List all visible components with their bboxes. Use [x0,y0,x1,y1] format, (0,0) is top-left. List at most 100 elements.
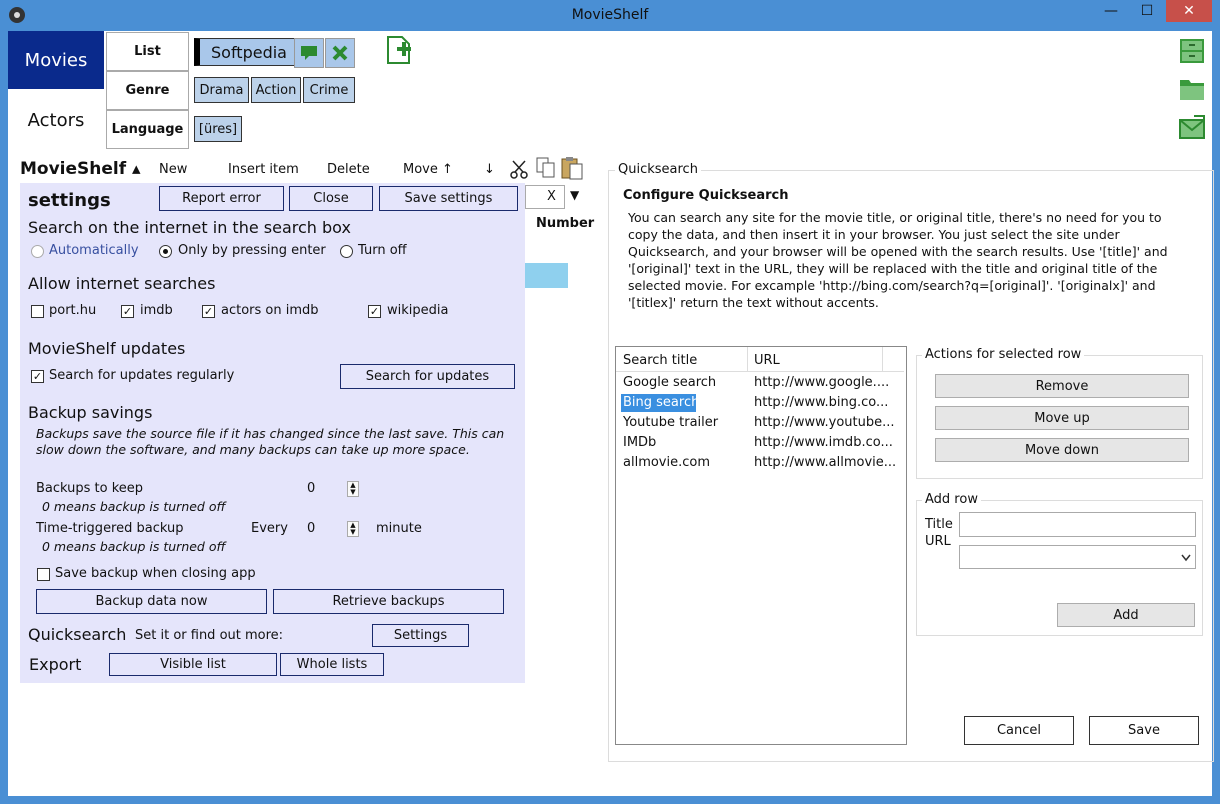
export-visible-list-button[interactable]: Visible list [109,653,277,676]
new-button[interactable]: New [159,162,187,177]
radio-automatically[interactable] [31,245,44,258]
maximize-button[interactable]: ☐ [1130,0,1164,22]
quicksearch-label: Quicksearch [28,625,127,644]
checkbox-porthu[interactable] [31,305,44,318]
move-down-button[interactable]: ↓ [484,162,495,177]
number-column-header[interactable]: Number [536,216,594,231]
close-window-button[interactable]: ✕ [1166,0,1212,22]
table-row-url: http://www.bing.co... [754,395,889,410]
table-row-url: http://www.allmovie... [754,455,897,470]
checkbox-wikipedia[interactable]: ✓ [368,305,381,318]
checkbox-save-on-close[interactable] [37,568,50,581]
updates-section-header: MovieShelf updates [28,339,186,358]
actions-group-label: Actions for selected row [922,347,1085,362]
checkbox-search-updates[interactable]: ✓ [31,370,44,383]
cut-icon[interactable] [510,160,528,184]
checkbox-imdb-label: imdb [140,303,173,318]
table-row-url: http://www.imdb.co... [754,435,893,450]
checkbox-save-on-close-label: Save backup when closing app [55,566,256,581]
movies-tab[interactable]: Movies [8,31,104,89]
table-row[interactable]: allmovie.com [623,455,710,470]
add-row-group-label: Add row [922,492,981,507]
checkbox-imdb[interactable]: ✓ [121,305,134,318]
cancel-button[interactable]: Cancel [964,716,1074,745]
url-select[interactable] [959,545,1196,569]
language-chip[interactable]: [üres] [194,116,242,142]
checkbox-actors-imdb[interactable]: ✓ [202,305,215,318]
radio-enter[interactable] [159,245,172,258]
search-section-header: Search on the internet in the search box [28,218,351,237]
remove-button[interactable]: Remove [935,374,1189,398]
clear-search-button[interactable]: X [547,189,556,204]
delete-button[interactable]: Delete [327,162,370,177]
comment-icon[interactable] [294,38,324,68]
tag-chip[interactable]: Softpedia [194,38,299,66]
backup-now-button[interactable]: Backup data now [36,589,267,614]
table-row-url: http://www.youtube... [754,415,895,430]
paste-icon[interactable] [560,156,584,184]
move-up-button[interactable]: Move ↑ [403,162,453,177]
title-field-label: Title [925,517,953,532]
backup-section-header: Backup savings [28,403,153,422]
view-genre-button[interactable]: Genre [106,71,189,110]
checkbox-actors-imdb-label: actors on imdb [221,303,319,318]
save-button[interactable]: Save [1089,716,1199,745]
close-settings-button[interactable]: Close [289,186,373,211]
table-row[interactable]: Google search [623,375,716,390]
time-backup-value[interactable]: 0 [307,521,315,536]
minimize-button[interactable]: — [1094,0,1128,22]
folder-icon[interactable] [1177,74,1207,104]
add-button[interactable]: Add [1057,603,1195,627]
view-language-button[interactable]: Language [106,110,189,149]
radio-automatically-label: Automatically [49,243,139,258]
retrieve-backups-button[interactable]: Retrieve backups [273,589,504,614]
checkbox-porthu-label: port.hu [49,303,97,318]
backups-off-note: 0 means backup is turned off [42,499,226,514]
genre-chip-action[interactable]: Action [251,77,301,103]
table-row[interactable]: IMDb [623,435,656,450]
table-row-url: http://www.google.... [754,375,890,390]
backups-to-keep-value[interactable]: 0 [307,481,315,496]
cabinet-icon[interactable] [1177,36,1207,66]
time-spinner[interactable]: ▲ ▼ [347,521,359,537]
report-error-button[interactable]: Report error [159,186,284,211]
quicksearch-table[interactable]: Search title URL Google search http://ww… [615,346,907,745]
radio-enter-label: Only by pressing enter [178,243,326,258]
insert-item-button[interactable]: Insert item [228,162,299,177]
export-whole-lists-button[interactable]: Whole lists [280,653,384,676]
search-dropdown-icon[interactable]: ▼ [570,188,579,202]
quicksearch-settings-button[interactable]: Settings [372,624,469,647]
search-for-updates-button[interactable]: Search for updates [340,364,515,389]
backups-spinner[interactable]: ▲ ▼ [347,481,359,497]
radio-turn-off-label: Turn off [358,243,407,258]
remove-tag-icon[interactable] [325,38,355,68]
chevron-down-icon [1181,554,1191,562]
genre-chip-crime[interactable]: Crime [303,77,355,103]
title-bar: MovieShelf — ☐ ✕ [0,0,1220,31]
radio-turn-off[interactable] [340,245,353,258]
brand-menu[interactable]: MovieShelf ▴ [20,159,141,179]
checkbox-wikipedia-label: wikipedia [387,303,449,318]
save-settings-button[interactable]: Save settings [379,186,518,211]
column-header-url[interactable]: URL [754,353,780,368]
title-input[interactable] [959,512,1196,537]
genre-chip-drama[interactable]: Drama [194,77,249,103]
quicksearch-description: You can search any site for the movie ti… [628,210,1168,310]
add-file-icon[interactable] [384,35,414,65]
search-box[interactable]: X [525,185,565,209]
window-title: MovieShelf [571,7,649,23]
move-down-row-button[interactable]: Move down [935,438,1189,462]
minute-label: minute [376,521,422,536]
settings-title: settings [28,190,111,211]
column-divider [882,347,883,371]
column-divider [747,347,748,371]
view-list-button[interactable]: List [106,32,189,71]
column-header-title[interactable]: Search title [623,353,697,368]
table-row[interactable]: Bing search [623,395,699,410]
move-up-row-button[interactable]: Move up [935,406,1189,430]
copy-icon[interactable] [535,156,557,182]
email-icon[interactable] [1177,112,1207,142]
table-row[interactable]: Youtube trailer [623,415,718,430]
actors-tab[interactable]: Actors [8,92,104,148]
settings-panel: settings Report error Close Save setting… [20,183,525,683]
